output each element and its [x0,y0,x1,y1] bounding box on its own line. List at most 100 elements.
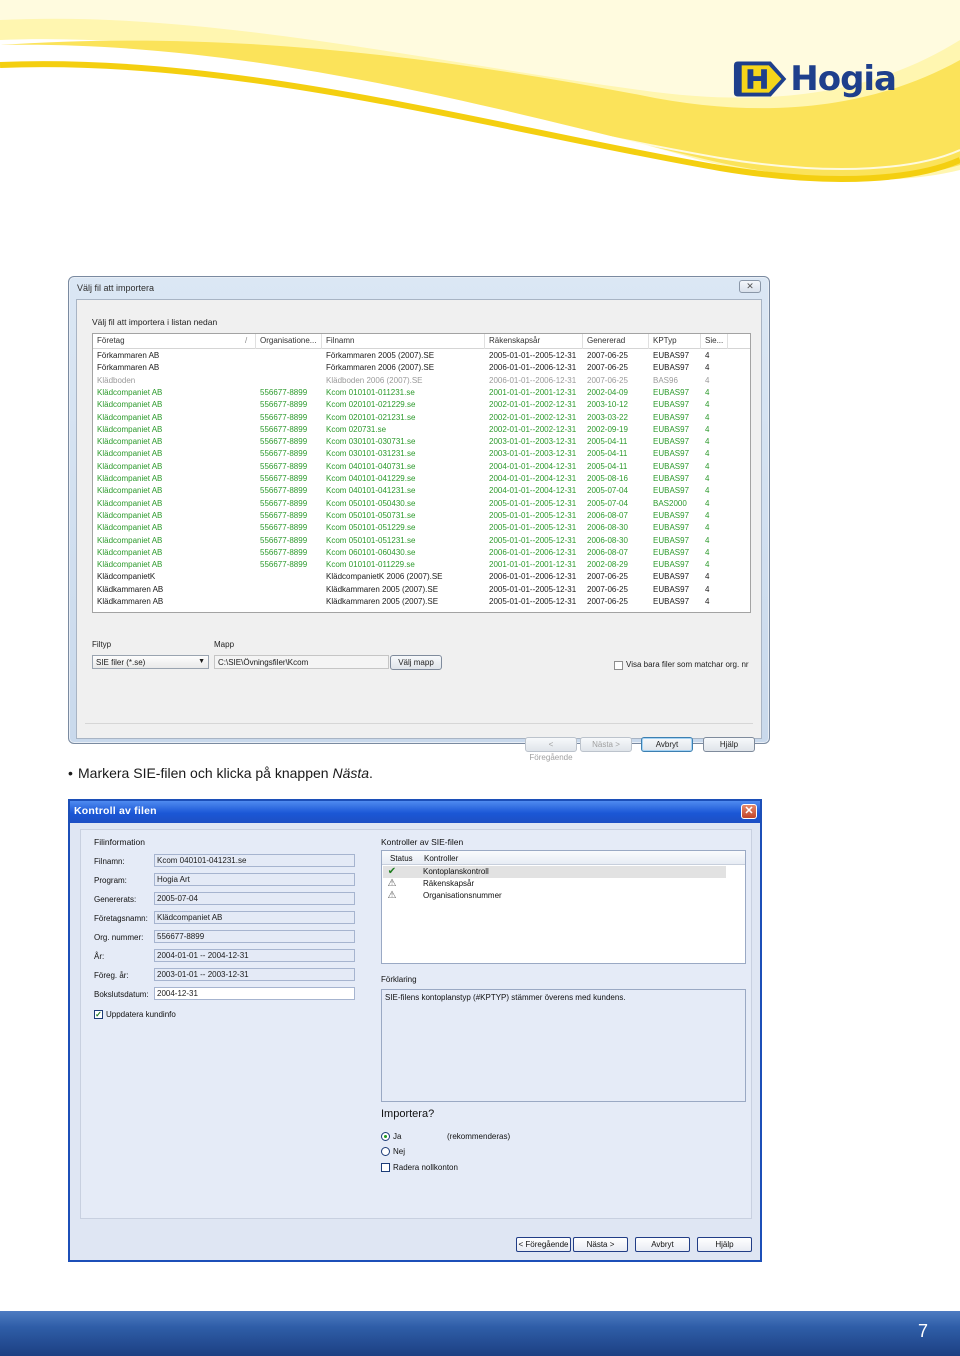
file-row[interactable]: KlädcompanietK KlädcompanietK 2006 (2007)… [93,571,750,583]
file-cell: 2005-01-01--2005-12-31 [489,584,577,594]
file-cell: EUBAS97 [653,597,690,606]
file-cell: 2003-01-01--2003-12-31 [489,449,577,459]
file-cell: Klädcompaniet AB [97,547,163,557]
file-cell: 4 [705,363,710,373]
choose-folder-button[interactable]: Välj mapp [390,655,442,670]
help-button[interactable]: Hjälp [703,737,755,752]
file-row[interactable]: Klädcompaniet AB 556677-8899 Kcom 030101-0… [93,436,750,448]
file-cell: 556677-8899 [260,449,308,459]
match-orgnr-checkbox[interactable] [614,661,623,670]
check-row[interactable]: ⚠ Organisationsnummer [383,890,726,902]
file-cell: Klädkammaren AB [97,597,164,606]
file-cell: Klädcompaniet AB [97,437,163,447]
file-cell: 556677-8899 [260,498,308,508]
file-cell: 556677-8899 [260,474,308,483]
file-row[interactable]: Klädcompaniet AB 556677-8899 Kcom 020101-0… [93,412,750,424]
file-row[interactable]: Klädboden Klädboden 2006 (2007).SE 2006-01… [93,375,750,387]
file-cell: Kcom 050101-050430.se [326,498,416,508]
filetype-select[interactable]: SIE filer (*.se) ▼ [92,655,209,669]
file-cell: Kcom 050101-051231.se [326,535,416,545]
back-button[interactable]: < Föregående [516,1237,571,1252]
file-cell: EUBAS97 [653,437,690,447]
file-cell: EUBAS97 [653,424,690,434]
file-row[interactable]: Klädcompaniet AB 556677-8899 Kcom 050101-0… [93,498,750,510]
file-cell: 2002-04-09 [587,387,628,397]
file-cell: 4 [705,498,710,508]
instruction-suffix: . [369,765,373,781]
file-cell: 4 [705,597,710,606]
close-icon[interactable]: ✕ [739,280,761,293]
file-row[interactable]: Klädcompaniet AB 556677-8899 Kcom 030101-0… [93,448,750,460]
import-no-radio[interactable] [381,1147,390,1156]
next-button[interactable]: Nästa > [580,737,632,752]
column-header-checks[interactable]: Kontroller [424,854,458,863]
dialog-title: Kontroll av filen [74,805,157,817]
file-cell: 2007-06-25 [587,375,628,385]
file-cell: 556677-8899 [260,412,308,422]
file-cell: EUBAS97 [653,412,690,422]
check-row[interactable]: ✔ Kontoplanskontroll [383,866,726,878]
file-row[interactable]: Klädcompaniet AB 556677-8899 Kcom 020101-0… [93,399,750,411]
back-button[interactable]: < Föregående [525,737,577,762]
file-row[interactable]: Klädcompaniet AB 556677-8899 Kcom 050101-0… [93,510,750,522]
file-cell: 556677-8899 [260,437,308,447]
checks-list[interactable]: Status Kontroller ✔ Kontoplanskontroll ⚠… [381,850,746,964]
file-cell: Klädcompaniet AB [97,510,163,520]
cancel-button[interactable]: Avbryt [635,1237,690,1252]
import-no-label: Nej [393,1147,406,1156]
file-list[interactable]: Företag / Organisatione... Filnamn Räken… [92,333,751,613]
file-row[interactable]: Klädcompaniet AB 556677-8899 Kcom 010101-0… [93,559,750,571]
file-cell: Klädcompaniet AB [97,498,163,508]
file-row[interactable]: Förkammaren AB Förkammaren 2006 (2007).SE… [93,362,750,374]
field-label-company: Företagsnamn: [94,914,148,923]
file-cell: 2006-01-01--2006-12-31 [489,375,577,385]
dialog-body: Välj fil att importera i listan nedan Fö… [76,299,762,762]
instruction-text: Markera SIE-filen och klicka på knappen [78,765,333,781]
file-row[interactable]: Klädcompaniet AB 556677-8899 Kcom 050101-0… [93,522,750,534]
file-row[interactable]: Klädkammaren AB Klädkammaren 2005 (2007).… [93,584,750,596]
update-customer-checkbox[interactable]: ✓ [94,1010,103,1019]
file-row[interactable]: Klädcompaniet AB 556677-8899 Kcom 060101-0… [93,547,750,559]
field-label-prev-year: Föreg. år: [94,971,129,980]
column-header-fiscal-year[interactable]: Räkenskapsår [489,336,540,345]
column-header-status[interactable]: Status [390,854,413,863]
file-row[interactable]: Klädcompaniet AB 556677-8899 Kcom 040101-0… [93,473,750,485]
file-cell: 4 [705,424,710,434]
file-row[interactable]: Klädcompaniet AB 556677-8899 Kcom 010101-0… [93,387,750,399]
file-row[interactable]: Klädcompaniet AB 556677-8899 Kcom 040101-0… [93,461,750,473]
file-row[interactable]: Klädcompaniet AB 556677-8899 Kcom 020731.s… [93,424,750,436]
import-yes-radio[interactable] [381,1132,390,1141]
column-header-filename[interactable]: Filnamn [326,336,354,345]
column-header-kptype[interactable]: KPTyp [653,336,677,345]
dialog-content: Filinformation Filnamn: Kcom 040101-0412… [80,829,752,1219]
file-cell: 2003-10-12 [587,400,628,410]
column-header-company[interactable]: Företag [97,336,125,345]
file-row[interactable]: Förkammaren AB Förkammaren 2005 (2007).SE… [93,350,750,362]
help-button[interactable]: Hjälp [697,1237,752,1252]
field-closing-date[interactable]: 2004-12-31 [154,987,355,1000]
file-row[interactable]: Klädkammaren AB Klädkammaren 2005 (2007).… [93,596,750,608]
dialog-title: Välj fil att importera [77,283,155,293]
close-icon[interactable]: ✕ [741,804,757,819]
file-cell: Klädboden [97,375,136,385]
file-cell: EUBAS97 [653,510,690,520]
field-prev-year: 2003-01-01 -- 2003-12-31 [154,968,355,981]
folder-path-field[interactable]: C:\SIE\Övningsfiler\Kcom [214,655,389,669]
file-cell: Förkammaren AB [97,351,160,360]
column-header-sie[interactable]: Sie... [705,336,723,345]
folder-label: Mapp [214,640,235,649]
field-year: 2004-01-01 -- 2004-12-31 [154,949,355,962]
next-button[interactable]: Nästa > [573,1237,628,1252]
file-cell: 2002-01-01--2002-12-31 [489,412,577,422]
file-row[interactable]: Klädcompaniet AB 556677-8899 Kcom 040101-0… [93,485,750,497]
column-header-orgnr[interactable]: Organisatione... [260,336,316,345]
file-cell: 2005-01-01--2005-12-31 [489,351,577,360]
cancel-button[interactable]: Avbryt [641,737,693,752]
file-cell: Kcom 050101-050731.se [326,510,416,520]
file-row[interactable]: Klädcompaniet AB 556677-8899 Kcom 050101-0… [93,535,750,547]
file-cell: 4 [705,486,710,496]
delete-zero-accounts-checkbox[interactable] [381,1163,390,1172]
column-header-generated[interactable]: Genererad [587,336,625,345]
field-label-orgnr: Org. nummer: [94,933,144,942]
check-row[interactable]: ⚠ Räkenskapsår [383,878,726,890]
